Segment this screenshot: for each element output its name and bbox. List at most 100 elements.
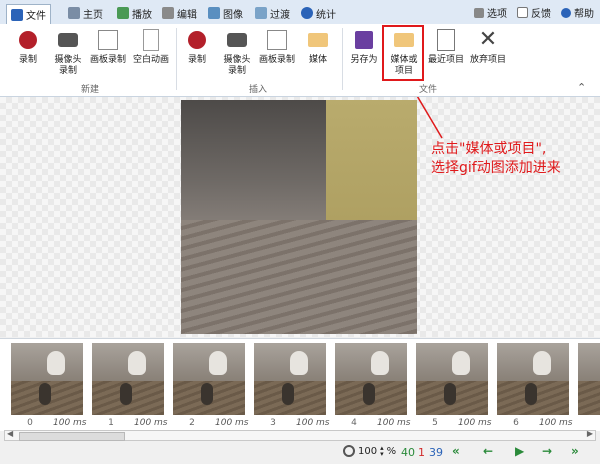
- tab-transition-label: 过渡: [270, 9, 290, 21]
- edit-icon: [162, 7, 174, 19]
- insert-media-button[interactable]: 媒体: [298, 26, 338, 78]
- first-frame-icon[interactable]: «: [452, 444, 460, 458]
- tab-stats-label: 统计: [316, 9, 336, 21]
- scroll-left-icon[interactable]: ◀: [7, 429, 13, 438]
- frame-number: 1: [108, 418, 114, 428]
- frame-count-total: 40: [401, 446, 415, 459]
- scroll-right-icon[interactable]: ▶: [587, 429, 593, 438]
- insert-group-label: 插入: [248, 85, 267, 95]
- frame-duration: 100 ms: [134, 418, 168, 428]
- ribbon-separator: [342, 28, 343, 90]
- close-icon: ✕: [478, 27, 498, 52]
- record-icon: [188, 31, 206, 49]
- frame-thumbnail[interactable]: [416, 343, 488, 415]
- options-label: 选项: [487, 9, 507, 20]
- help-link[interactable]: 帮助: [561, 5, 594, 20]
- frame-duration: 100 ms: [215, 418, 249, 428]
- tab-stats[interactable]: 统计: [297, 4, 340, 22]
- zoom-spinner-icon[interactable]: ▴ ▾: [380, 445, 384, 458]
- camera-icon: [58, 33, 78, 47]
- frame-duration: 100 ms: [458, 418, 492, 428]
- frame-number: 3: [270, 418, 276, 428]
- feedback-link[interactable]: 反馈: [517, 5, 551, 20]
- frame-number: 0: [27, 418, 33, 428]
- frame-thumbnail[interactable]: [497, 343, 569, 415]
- tab-play[interactable]: 播放: [113, 4, 156, 22]
- tab-edit[interactable]: 编辑: [158, 4, 201, 22]
- tab-image[interactable]: 图像: [204, 4, 247, 22]
- image-icon: [208, 7, 220, 19]
- frame-thumbnail[interactable]: [11, 343, 83, 415]
- insert-record-label: 录制: [187, 55, 206, 65]
- feedback-label: 反馈: [531, 9, 551, 20]
- magnifier-icon: [343, 445, 355, 457]
- next-frame-icon[interactable]: →: [542, 444, 552, 458]
- play-icon[interactable]: ▶: [515, 444, 524, 458]
- board-record-button[interactable]: 画板录制: [88, 26, 128, 78]
- frame-strip-scrollbar[interactable]: ◀ ▶: [4, 429, 596, 441]
- new-group-label: 新建: [80, 85, 99, 95]
- tab-edit-label: 编辑: [177, 9, 197, 21]
- webcam-record-button[interactable]: 摄像头 录制: [48, 26, 88, 78]
- zoom-control[interactable]: 100 ▴ ▾ %: [343, 445, 397, 458]
- document-icon: [437, 29, 455, 51]
- zoom-value[interactable]: 100: [358, 446, 377, 457]
- tab-image-label: 图像: [223, 9, 243, 21]
- record-label: 录制: [18, 55, 37, 65]
- status-bar: 100 ▴ ▾ % 40 1 39 « ← ▶ → »: [0, 441, 600, 464]
- frame-thumbnail[interactable]: [173, 343, 245, 415]
- insert-media-label: 媒体: [308, 55, 327, 65]
- tab-home-label: 主页: [83, 9, 103, 21]
- record-button[interactable]: 录制: [8, 26, 48, 78]
- discard-project-button[interactable]: ✕ 放弃项目: [467, 26, 509, 78]
- home-icon: [68, 7, 80, 19]
- board-icon: [98, 30, 118, 50]
- frame-count-selected: 1: [418, 446, 425, 459]
- save-as-button[interactable]: 另存为: [344, 26, 384, 78]
- highlight-box: [382, 25, 424, 81]
- insert-webcam-button[interactable]: 摄像头 录制: [217, 26, 257, 78]
- frame-number: 2: [189, 418, 195, 428]
- frame-thumbnail[interactable]: [335, 343, 407, 415]
- tab-transition[interactable]: 过渡: [251, 4, 294, 22]
- file-group-label: 文件: [418, 85, 437, 95]
- save-as-label: 另存为: [350, 55, 378, 65]
- frame-thumbnail[interactable]: [254, 343, 326, 415]
- board-icon: [267, 30, 287, 50]
- tab-home[interactable]: 主页: [64, 4, 107, 22]
- menu-tab-bar: 文件 主页 播放 编辑 图像 过渡 统计 选项 反馈 帮助: [0, 0, 600, 25]
- tab-file[interactable]: 文件: [6, 4, 51, 24]
- save-icon: [355, 31, 373, 49]
- recent-projects-button[interactable]: 最近项目: [425, 26, 467, 78]
- frame-number: 4: [351, 418, 357, 428]
- annotation-arrow: [416, 97, 443, 139]
- frame-number: 5: [432, 418, 438, 428]
- help-label: 帮助: [574, 9, 594, 20]
- header-links: 选项 反馈 帮助: [474, 5, 594, 20]
- frame-thumbnail-partial[interactable]: [578, 343, 600, 415]
- frame-strip: 0 100 ms 1 100 ms 2 100 ms 3 100 ms 4 10…: [0, 338, 600, 431]
- insert-record-button[interactable]: 录制: [177, 26, 217, 78]
- collapse-ribbon-icon[interactable]: ⌃: [577, 81, 586, 94]
- options-link[interactable]: 选项: [474, 5, 507, 20]
- insert-board-button[interactable]: 画板录制: [257, 26, 297, 78]
- blank-page-icon: [143, 29, 159, 51]
- blank-animation-button[interactable]: 空白动画: [130, 26, 172, 78]
- transition-icon: [255, 7, 267, 19]
- wrench-icon: [474, 7, 484, 18]
- info-icon: [301, 7, 313, 19]
- frame-duration: 100 ms: [296, 418, 330, 428]
- previous-frame-icon[interactable]: ←: [483, 444, 493, 458]
- tab-play-label: 播放: [132, 9, 152, 21]
- scrollbar-thumb[interactable]: [19, 432, 125, 441]
- frame-number: 6: [513, 418, 519, 428]
- last-frame-icon[interactable]: »: [571, 444, 579, 458]
- frame-duration: 100 ms: [53, 418, 87, 428]
- frame-duration: 100 ms: [539, 418, 573, 428]
- frame-duration: 100 ms: [377, 418, 411, 428]
- frame-count-current: 39: [429, 446, 443, 459]
- frame-thumbnail[interactable]: [92, 343, 164, 415]
- preview-canvas: 点击"媒体或项目", 选择gif动图添加进来: [0, 97, 600, 337]
- zoom-percent: %: [386, 445, 397, 457]
- webcam-record-label: 摄像头 录制: [54, 55, 82, 76]
